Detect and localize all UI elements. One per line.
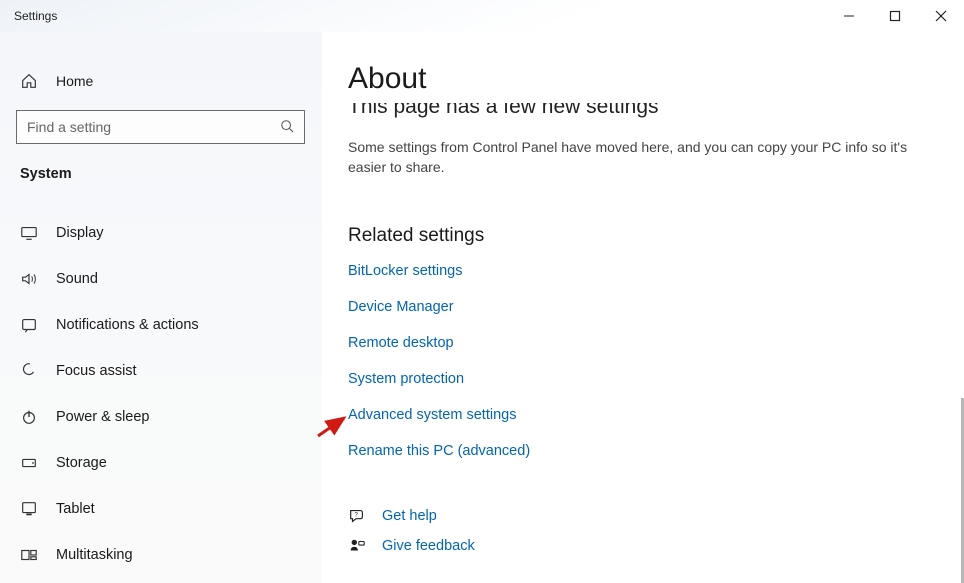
multitasking-icon: [20, 546, 38, 564]
focus-assist-icon: [20, 362, 38, 380]
svg-text:?: ?: [354, 512, 358, 519]
home-icon: [20, 72, 38, 90]
link-advanced-system-settings[interactable]: Advanced system settings: [348, 407, 934, 423]
titlebar: Settings: [0, 0, 964, 32]
search-input[interactable]: [16, 110, 305, 144]
get-help-link[interactable]: ? Get help: [348, 507, 934, 525]
nav-label: Tablet: [56, 501, 95, 517]
window-title: Settings: [14, 9, 57, 23]
sound-icon: [20, 270, 38, 288]
nav-sound[interactable]: Sound: [0, 256, 321, 302]
home-button[interactable]: Home: [0, 64, 321, 98]
related-settings-heading: Related settings: [348, 225, 934, 247]
storage-icon: [20, 454, 38, 472]
nav-label: Power & sleep: [56, 409, 150, 425]
main-content: About This page has a few new settings S…: [322, 32, 964, 583]
nav-power-sleep[interactable]: Power & sleep: [0, 394, 321, 440]
page-title: About: [348, 62, 934, 96]
minimize-button[interactable]: [826, 0, 872, 32]
get-help-label: Get help: [382, 508, 437, 524]
tablet-icon: [20, 500, 38, 518]
nav-focus-assist[interactable]: Focus assist: [0, 348, 321, 394]
link-system-protection[interactable]: System protection: [348, 371, 934, 387]
link-remote-desktop[interactable]: Remote desktop: [348, 335, 934, 351]
nav-storage[interactable]: Storage: [0, 440, 321, 486]
link-rename-pc[interactable]: Rename this PC (advanced): [348, 443, 934, 459]
search-field[interactable]: [27, 119, 280, 135]
nav-label: Storage: [56, 455, 107, 471]
nav-label: Sound: [56, 271, 98, 287]
sidebar: Home System Display Sound: [0, 32, 322, 583]
home-label: Home: [56, 73, 93, 89]
nav-label: Focus assist: [56, 363, 137, 379]
chat-help-icon: ?: [348, 507, 366, 525]
link-bitlocker[interactable]: BitLocker settings: [348, 263, 934, 279]
nav-label: Multitasking: [56, 547, 133, 563]
power-icon: [20, 408, 38, 426]
nav-tablet[interactable]: Tablet: [0, 486, 321, 532]
page-description: Some settings from Control Panel have mo…: [348, 138, 908, 177]
give-feedback-label: Give feedback: [382, 538, 475, 554]
notifications-icon: [20, 316, 38, 334]
related-links: BitLocker settings Device Manager Remote…: [348, 263, 934, 459]
nav-multitasking[interactable]: Multitasking: [0, 532, 321, 578]
page-subheading: This page has a few new settings: [348, 94, 934, 122]
nav-label: Display: [56, 225, 104, 241]
nav-label: Notifications & actions: [56, 317, 199, 333]
feedback-icon: [348, 537, 366, 555]
give-feedback-link[interactable]: Give feedback: [348, 537, 934, 555]
close-button[interactable]: [918, 0, 964, 32]
nav-notifications[interactable]: Notifications & actions: [0, 302, 321, 348]
sidebar-nav: Display Sound Notifications & actions Fo…: [0, 210, 321, 578]
search-icon: [280, 119, 294, 136]
display-icon: [20, 224, 38, 242]
link-device-manager[interactable]: Device Manager: [348, 299, 934, 315]
nav-display[interactable]: Display: [0, 210, 321, 256]
maximize-button[interactable]: [872, 0, 918, 32]
category-heading: System: [0, 162, 321, 210]
